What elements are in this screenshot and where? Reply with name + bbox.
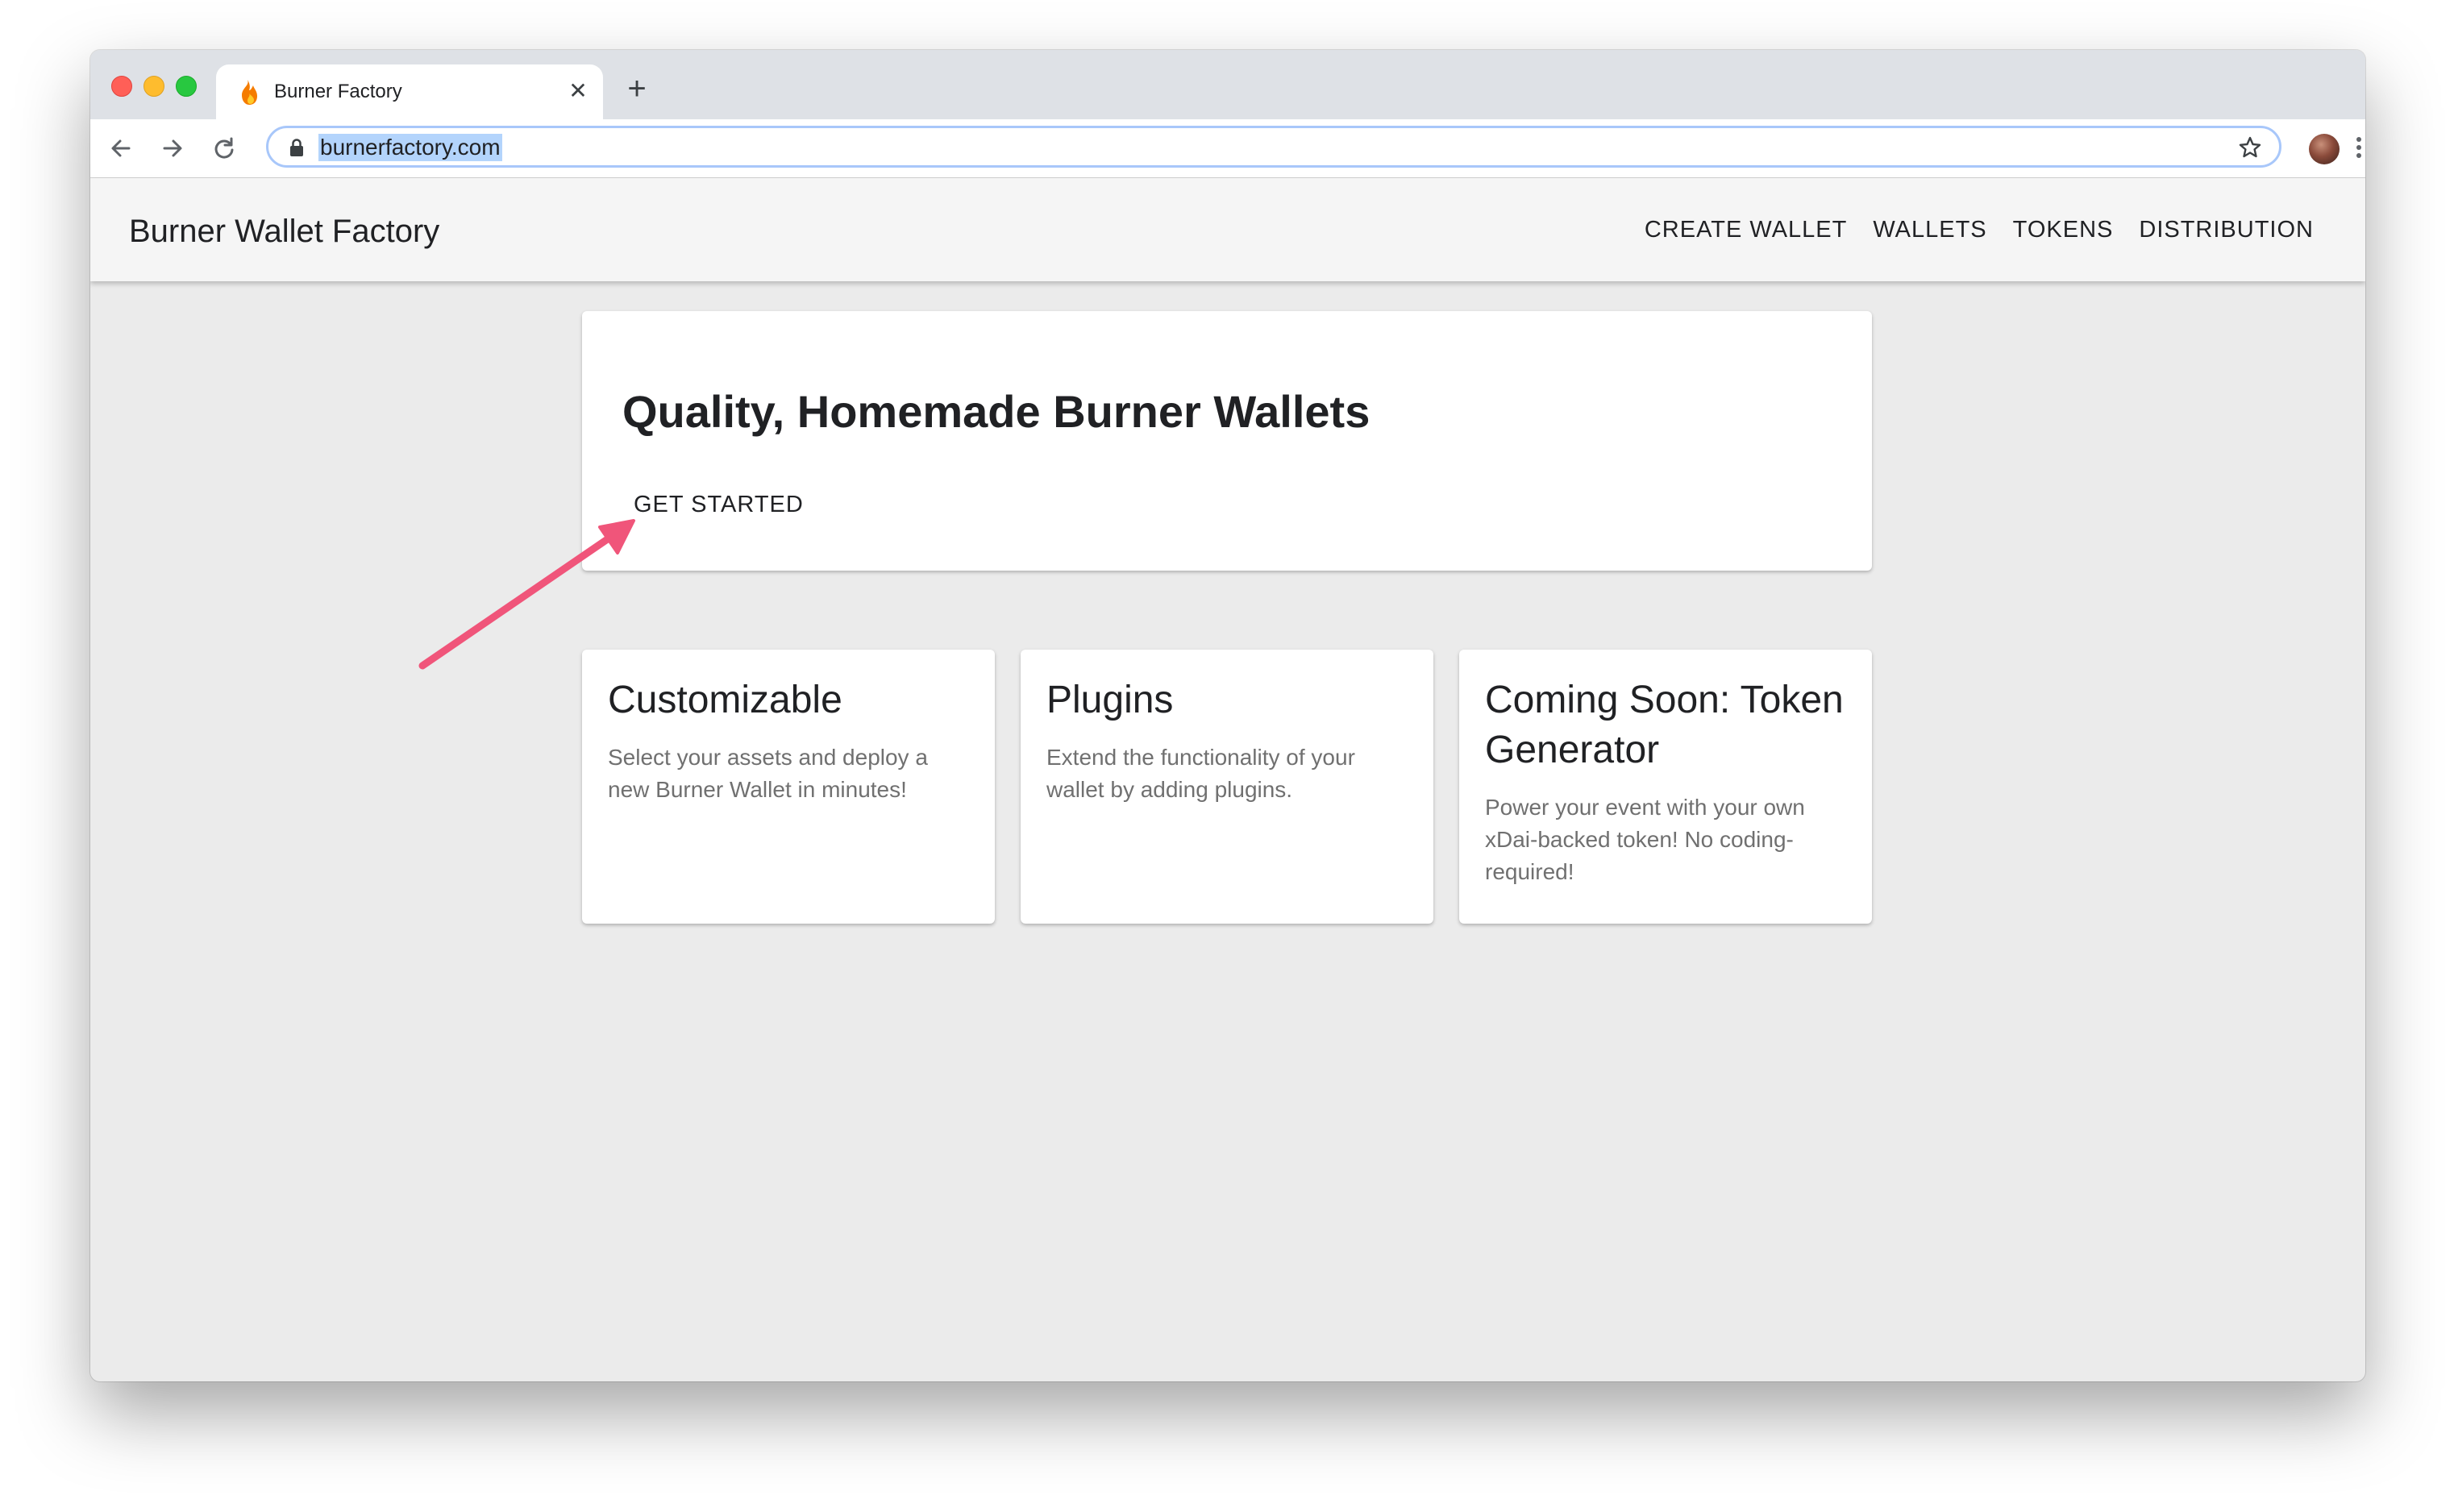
nav-create-wallet[interactable]: CREATE WALLET: [1645, 217, 1848, 243]
star-icon[interactable]: [2237, 135, 2263, 160]
arrow-left-icon[interactable]: [103, 131, 139, 166]
minimize-window-button[interactable]: [143, 76, 164, 97]
nav-tokens[interactable]: TOKENS: [2013, 217, 2114, 243]
tab-strip: Burner Factory ✕ +: [90, 50, 2365, 119]
lock-icon: [290, 139, 303, 156]
browser-toolbar: burnerfactory.com: [90, 119, 2365, 178]
browser-tab[interactable]: Burner Factory ✕: [216, 64, 603, 119]
flame-icon: [242, 80, 257, 105]
feature-description: Power your event with your own xDai-back…: [1485, 795, 1805, 884]
maximize-window-button[interactable]: [176, 76, 197, 97]
feature-card-plugins: Plugins Extend the functionality of your…: [1021, 650, 1433, 924]
feature-title: Customizable: [608, 679, 842, 721]
nav-wallets[interactable]: WALLETS: [1873, 217, 1986, 243]
hero-title: Quality, Homemade Burner Wallets: [622, 386, 1370, 437]
feature-card-customizable: Customizable Select your assets and depl…: [582, 650, 995, 924]
browser-window: Burner Factory ✕ + burnerfactory.com Bur…: [90, 50, 2365, 1381]
url-text[interactable]: burnerfactory.com: [318, 134, 502, 161]
feature-title: Plugins: [1046, 679, 1174, 721]
feature-card-token-generator: Coming Soon: Token Generator Power your …: [1459, 650, 1872, 924]
hero-card: Quality, Homemade Burner Wallets GET STA…: [582, 311, 1872, 571]
get-started-button[interactable]: GET STARTED: [634, 492, 804, 518]
arrow-right-icon[interactable]: [155, 131, 190, 166]
close-tab-icon[interactable]: ✕: [566, 79, 590, 103]
kebab-menu-icon[interactable]: [2354, 134, 2364, 164]
brand-title[interactable]: Burner Wallet Factory: [129, 214, 439, 250]
feature-title: Coming Soon: Token Generator: [1485, 679, 1844, 771]
app-bar: Burner Wallet Factory CREATE WALLET WALL…: [90, 178, 2365, 281]
reload-icon[interactable]: [206, 131, 242, 166]
profile-avatar[interactable]: [2309, 134, 2340, 164]
new-tab-icon[interactable]: +: [622, 73, 651, 105]
main-nav: CREATE WALLET WALLETS TOKENS DISTRIBUTIO…: [1645, 178, 2314, 281]
close-window-button[interactable]: [111, 76, 132, 97]
feature-description: Select your assets and deploy a new Burn…: [608, 745, 928, 802]
tab-title: Burner Factory: [274, 81, 402, 102]
address-bar[interactable]: burnerfactory.com: [266, 126, 2281, 168]
feature-description: Extend the functionality of your wallet …: [1046, 745, 1355, 802]
nav-distribution[interactable]: DISTRIBUTION: [2139, 217, 2314, 243]
